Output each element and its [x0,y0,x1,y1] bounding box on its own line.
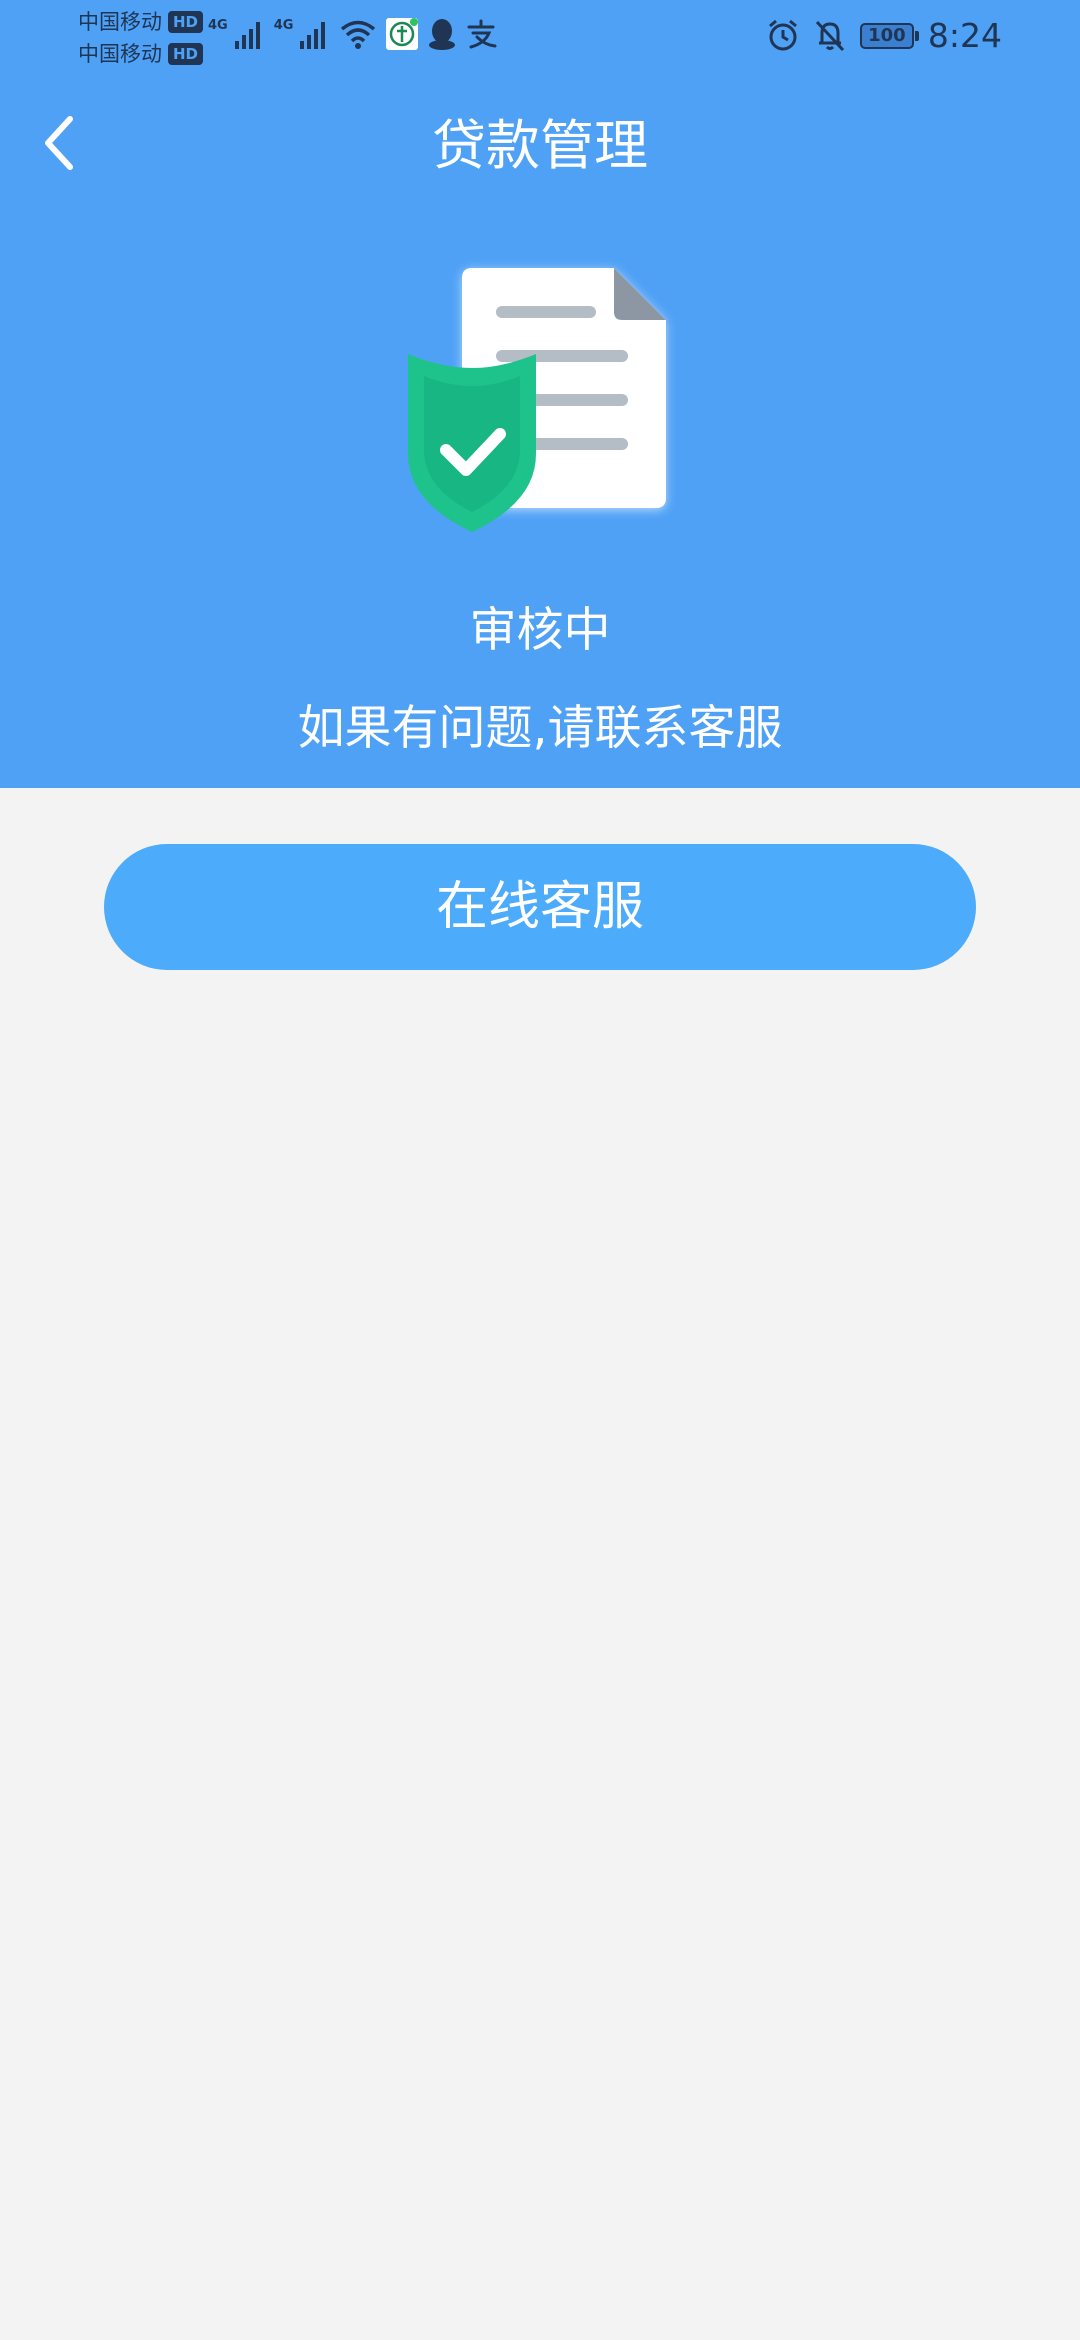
clock: 8:24 [927,16,1002,55]
signal-icon [300,22,326,49]
network-type-label: 4G [273,18,294,33]
app-notification-icon [386,18,419,50]
carrier-row: 中国移动 HD [78,38,204,70]
carrier-row: 中国移动 HD [78,6,204,38]
page-title: 贷款管理 [432,114,648,177]
mute-icon [815,20,844,52]
battery-level: 100 [868,25,906,46]
hd-badge: HD [168,11,204,33]
status-icons-left: 4G 4G [208,14,497,54]
status-bar: 中国移动 HD 中国移动 HD 4G 4G 100 8:24 [0,0,1080,72]
hd-badge: HD [168,43,204,65]
wifi-icon [341,20,376,49]
qq-icon [429,19,456,50]
battery-icon: 100 [859,23,919,49]
network-type-label: 4G [208,18,228,33]
help-message: 如果有问题,请联系客服 [297,701,783,756]
carrier-info: 中国移动 HD 中国移动 HD [78,6,204,70]
document-shield-check-icon [408,268,666,532]
signal-icon [234,22,260,49]
alarm-icon [768,19,797,51]
online-customer-service-button[interactable]: 在线客服 [104,844,976,970]
alipay-icon [467,19,497,49]
carrier-name: 中国移动 [78,42,162,66]
review-status: 审核中 [469,603,611,658]
carrier-name: 中国移动 [78,10,162,34]
status-icons-right: 100 8:24 [766,14,1002,58]
